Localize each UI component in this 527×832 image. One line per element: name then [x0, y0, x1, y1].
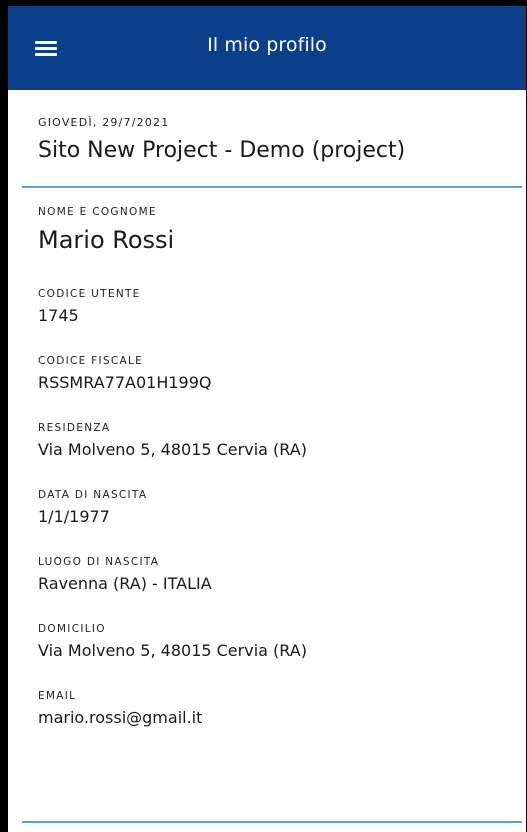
field-label: DATA DI NASCITA — [38, 489, 148, 501]
field-label: NOME E COGNOME — [38, 206, 157, 218]
app-screen: Il mio profilo GIOVEDÌ, 29/7/2021 Sito N… — [8, 6, 526, 832]
field-name: NOME E COGNOME Mario Rossi — [38, 206, 506, 254]
field-domicile: DOMICILIO Via Molveno 5, 48015 Cervia (R… — [38, 623, 506, 660]
field-label: EMAIL — [38, 690, 77, 702]
field-label: CODICE FISCALE — [38, 355, 144, 367]
field-birth-date: DATA DI NASCITA 1/1/1977 — [38, 489, 506, 526]
field-label: LUOGO DI NASCITA — [38, 556, 160, 568]
field-residence: RESIDENZA Via Molveno 5, 48015 Cervia (R… — [38, 422, 506, 459]
domicile-value: Via Molveno 5, 48015 Cervia (RA) — [38, 641, 307, 660]
profile-details: NOME E COGNOME Mario Rossi CODICE UTENTE… — [8, 188, 526, 727]
app-bar: Il mio profilo — [8, 6, 526, 90]
birth-date-value: 1/1/1977 — [38, 507, 110, 526]
date-label: GIOVEDÌ, 29/7/2021 — [38, 116, 170, 129]
profile-header: GIOVEDÌ, 29/7/2021 Sito New Project - De… — [22, 90, 522, 188]
field-birth-place: LUOGO DI NASCITA Ravenna (RA) - ITALIA — [38, 556, 506, 593]
full-name-value: Mario Rossi — [38, 226, 175, 254]
fiscal-code-value: RSSMRA77A01H199Q — [38, 373, 212, 392]
email-value: mario.rossi@gmail.it — [38, 708, 203, 727]
field-label: CODICE UTENTE — [38, 288, 141, 300]
field-label: DOMICILIO — [38, 623, 106, 635]
field-email: EMAIL mario.rossi@gmail.it — [38, 690, 506, 727]
site-title: Sito New Project - Demo (project) — [38, 138, 406, 163]
residence-value: Via Molveno 5, 48015 Cervia (RA) — [38, 440, 307, 459]
field-user-code: CODICE UTENTE 1745 — [38, 288, 506, 325]
divider — [22, 821, 522, 823]
field-label: RESIDENZA — [38, 422, 111, 434]
field-fiscal-code: CODICE FISCALE RSSMRA77A01H199Q — [38, 355, 506, 392]
user-code-value: 1745 — [38, 306, 79, 325]
birth-place-value: Ravenna (RA) - ITALIA — [38, 574, 212, 593]
page-title: Il mio profilo — [207, 34, 327, 56]
